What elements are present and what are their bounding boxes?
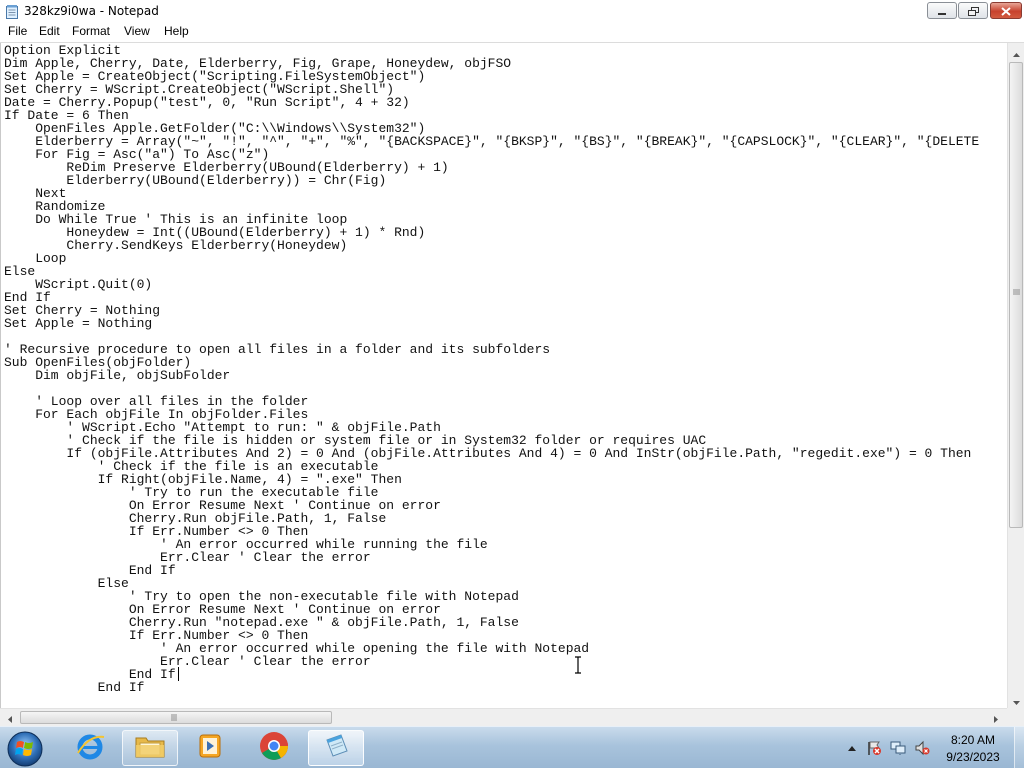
taskbar-internet-explorer[interactable] xyxy=(62,730,118,766)
code-line: WScript.Quit(0) xyxy=(4,277,153,292)
scroll-right-button[interactable] xyxy=(988,709,1004,726)
windows-start-icon xyxy=(4,731,46,773)
notepad-icon xyxy=(321,731,351,765)
clock-date[interactable]: 9/23/2023 xyxy=(936,750,1010,764)
notepad-icon xyxy=(6,4,18,19)
code-line: Loop xyxy=(4,251,67,266)
menu-file[interactable]: File xyxy=(8,24,27,38)
network-icon[interactable] xyxy=(890,740,906,756)
minimize-button[interactable] xyxy=(927,2,957,19)
vertical-scrollbar[interactable] xyxy=(1007,43,1024,708)
taskbar: 8:20 AM 9/23/2023 xyxy=(0,726,1024,769)
action-center-flag-icon[interactable] xyxy=(866,740,882,756)
menu-bar: File Edit Format View Help xyxy=(0,22,1024,43)
chrome-icon xyxy=(258,730,290,766)
menu-help[interactable]: Help xyxy=(164,24,189,38)
code-line: Dim objFile, objSubFolder xyxy=(4,368,231,383)
scroll-left-button[interactable] xyxy=(2,709,18,726)
start-button[interactable] xyxy=(4,729,46,769)
menu-view[interactable]: View xyxy=(124,24,150,38)
taskbar-chrome[interactable] xyxy=(246,730,302,766)
code-line: End If xyxy=(4,667,176,682)
minimize-icon xyxy=(937,1,947,20)
window-title: 328kz9i0wa - Notepad xyxy=(24,4,159,18)
code-line: End If xyxy=(4,563,176,578)
restore-icon xyxy=(967,1,979,20)
menu-format[interactable]: Format xyxy=(72,24,110,38)
show-hidden-icons-arrow-icon[interactable] xyxy=(844,740,860,756)
code-line: Date = Cherry.Popup("test", 0, "Run Scri… xyxy=(4,95,410,110)
maximize-button[interactable] xyxy=(958,2,988,19)
horizontal-scrollbar[interactable] xyxy=(0,708,1007,726)
scroll-down-button[interactable] xyxy=(1008,691,1024,708)
arrow-down-icon xyxy=(1012,690,1020,709)
text-caret xyxy=(178,667,179,681)
code-line: Set Apple = Nothing xyxy=(4,316,153,331)
clock-time[interactable]: 8:20 AM xyxy=(936,733,1010,747)
close-icon xyxy=(1001,1,1011,20)
code-text: Option Explicit Dim Apple, Cherry, Date, … xyxy=(4,44,979,694)
arrow-right-icon xyxy=(994,708,998,727)
media-player-icon xyxy=(195,731,225,765)
folder-icon xyxy=(134,732,166,764)
menu-edit[interactable]: Edit xyxy=(39,24,60,38)
show-desktop-button[interactable] xyxy=(1014,727,1024,769)
arrow-left-icon xyxy=(8,708,12,727)
size-grip[interactable] xyxy=(1007,708,1024,726)
internet-explorer-icon xyxy=(75,731,105,765)
taskbar-file-explorer[interactable] xyxy=(122,730,178,766)
arrow-up-icon xyxy=(1012,42,1020,61)
taskbar-media-player[interactable] xyxy=(182,730,238,766)
scroll-up-button[interactable] xyxy=(1008,43,1024,60)
code-line: Cherry.SendKeys Elderberry(Honeydew) xyxy=(4,238,348,253)
close-button[interactable] xyxy=(990,2,1022,19)
code-line: Next xyxy=(4,186,67,201)
ibeam-cursor-icon xyxy=(573,656,583,674)
code-line: Elderberry(UBound(Elderberry)) = Chr(Fig… xyxy=(4,173,387,188)
text-editor[interactable]: Option Explicit Dim Apple, Cherry, Date, … xyxy=(0,43,1007,708)
vertical-scroll-thumb[interactable] xyxy=(1009,62,1023,528)
code-line: End If xyxy=(4,680,145,695)
volume-muted-icon[interactable] xyxy=(914,740,930,756)
title-bar[interactable]: 328kz9i0wa - Notepad xyxy=(0,0,1024,23)
horizontal-scroll-thumb[interactable] xyxy=(20,711,332,724)
taskbar-notepad[interactable] xyxy=(308,730,364,766)
